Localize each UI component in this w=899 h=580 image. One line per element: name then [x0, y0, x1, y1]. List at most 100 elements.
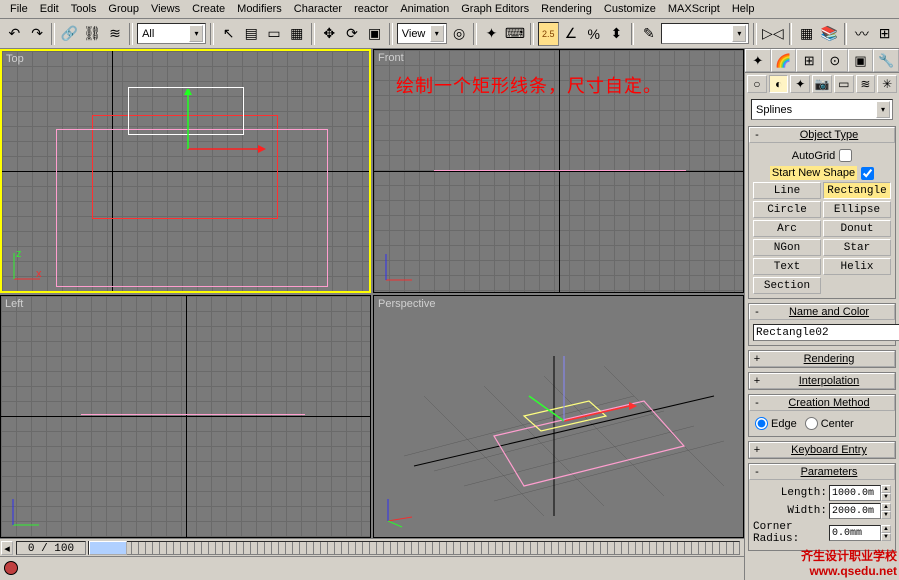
- bottom-bar: ◂ 0 / 100: [0, 538, 744, 580]
- corner-up[interactable]: ▲: [881, 525, 891, 533]
- axis-tripod-icon: xz: [10, 249, 44, 283]
- btn-ellipse[interactable]: Ellipse: [823, 201, 891, 218]
- subtab-cameras[interactable]: 📷: [812, 75, 832, 93]
- corner-down[interactable]: ▼: [881, 533, 891, 541]
- keyboard-shortcut-button[interactable]: ⌨: [504, 22, 526, 46]
- object-name-input[interactable]: [753, 324, 899, 341]
- select-region-button[interactable]: ▭: [264, 22, 285, 46]
- menu-maxscript[interactable]: MAXScript: [662, 1, 726, 17]
- undo-button[interactable]: ↶: [4, 22, 25, 46]
- rollout-header-rendering[interactable]: +Rendering: [749, 351, 895, 367]
- time-slider[interactable]: [89, 541, 127, 555]
- menu-character[interactable]: Character: [288, 1, 348, 17]
- radio-center[interactable]: Center: [805, 417, 854, 430]
- curve-editor-button[interactable]: 〰: [851, 22, 872, 46]
- menu-rendering[interactable]: Rendering: [535, 1, 598, 17]
- tab-utilities[interactable]: 🔧: [873, 49, 899, 72]
- layers-button[interactable]: 📚: [819, 22, 840, 46]
- menu-modifiers[interactable]: Modifiers: [231, 1, 288, 17]
- menu-grapheditors[interactable]: Graph Editors: [455, 1, 535, 17]
- menu-group[interactable]: Group: [102, 1, 145, 17]
- length-down[interactable]: ▼: [881, 493, 891, 501]
- use-center-button[interactable]: ◎: [449, 22, 470, 46]
- menu-create[interactable]: Create: [186, 1, 231, 17]
- btn-star[interactable]: Star: [823, 239, 891, 256]
- angle-snap-button[interactable]: ∠: [561, 22, 582, 46]
- snap-toggle-button[interactable]: 2.5: [538, 22, 559, 46]
- named-sel-edit-button[interactable]: ✎: [638, 22, 659, 46]
- subtab-helpers[interactable]: ▭: [834, 75, 854, 93]
- link-button[interactable]: 🔗: [59, 22, 80, 46]
- width-input[interactable]: [829, 503, 881, 519]
- width-up[interactable]: ▲: [881, 503, 891, 511]
- rollout-header-parameters[interactable]: -Parameters: [749, 464, 895, 480]
- redo-button[interactable]: ↷: [27, 22, 48, 46]
- percent-snap-button[interactable]: %: [583, 22, 604, 46]
- btn-rectangle[interactable]: Rectangle: [823, 182, 891, 199]
- scroll-left-button[interactable]: ◂: [1, 541, 13, 555]
- rollout-header-keyboard-entry[interactable]: +Keyboard Entry: [749, 442, 895, 458]
- scale-button[interactable]: ▣: [364, 22, 385, 46]
- corner-input[interactable]: [829, 525, 881, 541]
- btn-helix[interactable]: Helix: [823, 258, 891, 275]
- menu-file[interactable]: File: [4, 1, 34, 17]
- width-down[interactable]: ▼: [881, 511, 891, 519]
- btn-line[interactable]: Line: [753, 182, 821, 199]
- select-by-name-button[interactable]: ▤: [241, 22, 262, 46]
- subtab-lights[interactable]: ✦: [790, 75, 810, 93]
- length-up[interactable]: ▲: [881, 485, 891, 493]
- selection-set-dropdown[interactable]: All: [137, 23, 206, 44]
- btn-text[interactable]: Text: [753, 258, 821, 275]
- rollout-header-interpolation[interactable]: +Interpolation: [749, 373, 895, 389]
- btn-ngon[interactable]: NGon: [753, 239, 821, 256]
- menu-help[interactable]: Help: [726, 1, 761, 17]
- rollout-header-object-type[interactable]: -Object Type: [749, 127, 895, 143]
- tab-create[interactable]: ✦: [745, 49, 771, 72]
- subtab-geometry[interactable]: ○: [747, 75, 767, 93]
- subtab-spacewarps[interactable]: ≋: [856, 75, 876, 93]
- subtab-systems[interactable]: ✳: [877, 75, 897, 93]
- rollout-header-creation-method[interactable]: -Creation Method: [749, 395, 895, 411]
- ref-coord-dropdown[interactable]: View: [397, 23, 447, 44]
- start-new-shape-checkbox[interactable]: [861, 167, 874, 180]
- manipulate-button[interactable]: ✦: [481, 22, 502, 46]
- viewport-perspective[interactable]: Perspective: [373, 295, 744, 539]
- radio-edge[interactable]: Edge: [755, 417, 797, 430]
- tab-modify[interactable]: 🌈: [771, 49, 797, 72]
- menu-animation[interactable]: Animation: [394, 1, 455, 17]
- viewport-top[interactable]: Top xz: [0, 49, 371, 293]
- menu-customize[interactable]: Customize: [598, 1, 662, 17]
- svg-text:z: z: [16, 249, 22, 260]
- btn-section[interactable]: Section: [753, 277, 821, 294]
- category-dropdown[interactable]: Splines: [751, 99, 893, 120]
- menu-reactor[interactable]: reactor: [348, 1, 394, 17]
- btn-arc[interactable]: Arc: [753, 220, 821, 237]
- spinner-snap-button[interactable]: ⬍: [606, 22, 627, 46]
- select-cursor-button[interactable]: ↖: [218, 22, 239, 46]
- mirror-button[interactable]: ▷◁: [761, 22, 785, 46]
- rollout-header-name-color[interactable]: -Name and Color: [749, 304, 895, 320]
- tab-hierarchy[interactable]: ⊞: [796, 49, 822, 72]
- unlink-button[interactable]: ⛓: [82, 22, 103, 46]
- rotate-button[interactable]: ⟳: [342, 22, 363, 46]
- menu-tools[interactable]: Tools: [65, 1, 103, 17]
- tab-display[interactable]: ▣: [848, 49, 874, 72]
- subtab-shapes[interactable]: ◐: [769, 75, 789, 93]
- schematic-view-button[interactable]: ⊞: [874, 22, 895, 46]
- btn-circle[interactable]: Circle: [753, 201, 821, 218]
- transform-gizmo[interactable]: [168, 89, 268, 179]
- named-selection-dropdown[interactable]: [661, 23, 749, 44]
- tab-motion[interactable]: ⊙: [822, 49, 848, 72]
- move-button[interactable]: ✥: [319, 22, 340, 46]
- btn-donut[interactable]: Donut: [823, 220, 891, 237]
- menu-edit[interactable]: Edit: [34, 1, 65, 17]
- autogrid-checkbox[interactable]: [839, 149, 852, 162]
- window-crossing-button[interactable]: ▦: [286, 22, 307, 46]
- menu-views[interactable]: Views: [145, 1, 186, 17]
- width-label: Width:: [787, 505, 827, 517]
- viewport-left[interactable]: Left: [0, 295, 371, 539]
- bind-button[interactable]: ≋: [105, 22, 126, 46]
- align-button[interactable]: ▦: [796, 22, 817, 46]
- time-ruler[interactable]: [88, 541, 740, 555]
- length-input[interactable]: [829, 485, 881, 501]
